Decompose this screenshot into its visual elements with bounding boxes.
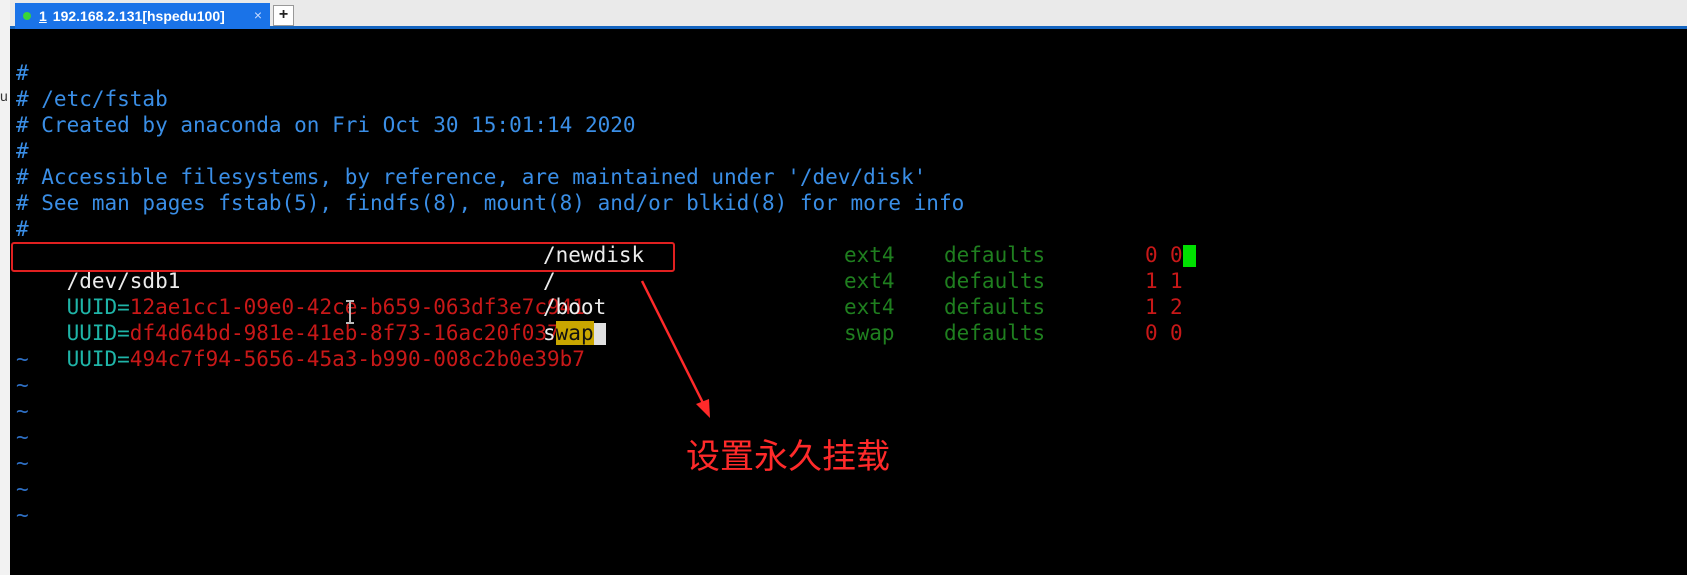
tab-session[interactable]: 1 192.168.2.131[hspedu100] × <box>15 3 270 29</box>
background-window-text: u <box>0 88 8 104</box>
tab-bar: 1 192.168.2.131[hspedu100] × + <box>10 0 1687 29</box>
connected-status-icon <box>23 12 31 20</box>
terminal-screen[interactable]: # # /etc/fstab # Created by anaconda on … <box>10 29 1687 575</box>
tab-title: 192.168.2.131[hspedu100] <box>52 8 225 24</box>
close-icon[interactable]: × <box>254 7 262 23</box>
tab-number: 1 <box>39 8 47 24</box>
new-tab-button[interactable]: + <box>273 5 294 26</box>
annotation-label: 设置永久挂载 <box>686 437 890 477</box>
annotation-arrow-icon <box>640 280 710 418</box>
